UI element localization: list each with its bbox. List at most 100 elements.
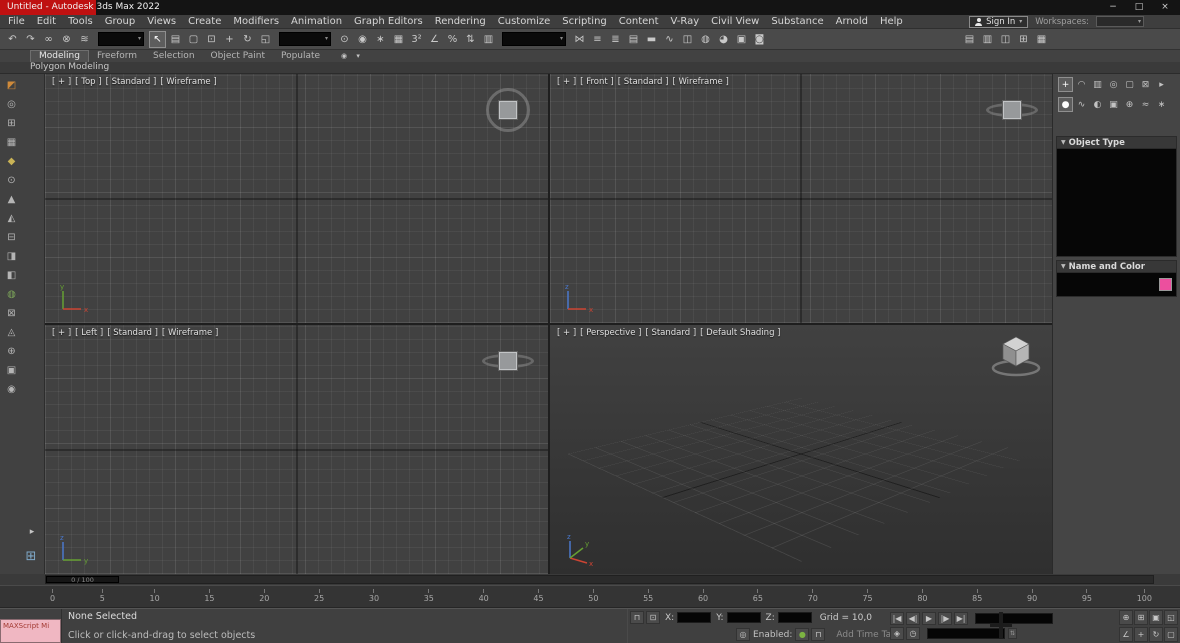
selection-lock-toggle-icon[interactable]: ⊓	[630, 611, 644, 624]
left-tool-01-icon[interactable]: ◩	[3, 78, 20, 94]
cameras-category-icon[interactable]: ▣	[1106, 97, 1121, 112]
panel-options-arrow-icon[interactable]: ▸	[1154, 77, 1169, 92]
time-configuration-icon[interactable]: ◷	[906, 627, 920, 640]
viewcube[interactable]	[984, 82, 1040, 138]
docked-panel-icon[interactable]: ▦	[1033, 31, 1050, 48]
use-pivot-center-icon[interactable]: ⊙	[336, 31, 353, 48]
lights-category-icon[interactable]: ◐	[1090, 97, 1105, 112]
viewport-style-menu[interactable]: [ Standard ]	[107, 328, 158, 338]
viewport-shading-menu[interactable]: [ Wireframe ]	[160, 77, 216, 87]
current-frame-field[interactable]	[975, 613, 1053, 624]
angle-snap-icon[interactable]: ∠	[426, 31, 443, 48]
rendered-frame-window-icon[interactable]: ▣	[733, 31, 750, 48]
timeline-ruler[interactable]: 0 5 10 15 20 25 30 35 40 45 50 55 60 65 70 75 80 85 90 95 10…	[0, 585, 1180, 608]
create-tab-icon[interactable]: +	[1058, 77, 1073, 92]
orbit-icon[interactable]: ↻	[1149, 627, 1163, 642]
y-coordinate-field[interactable]	[726, 612, 761, 623]
tab-modeling[interactable]: Modeling	[30, 50, 89, 62]
docked-grid-icon[interactable]: ⊞	[1015, 31, 1032, 48]
mirror-icon[interactable]: ⋈	[571, 31, 588, 48]
viewport-style-menu[interactable]: [ Standard ]	[106, 77, 157, 87]
geometry-category-icon[interactable]: ●	[1058, 97, 1073, 112]
left-tool-02-icon[interactable]: ◎	[3, 97, 20, 113]
minimize-button[interactable]: −	[1100, 0, 1126, 15]
left-tool-08-icon[interactable]: ◭	[3, 211, 20, 227]
menu-rendering[interactable]: Rendering	[429, 15, 492, 29]
spinner-snap-icon[interactable]: ⇅	[462, 31, 479, 48]
left-tool-15-icon[interactable]: ⊕	[3, 344, 20, 360]
viewport-layout-expand-icon[interactable]: ▸	[26, 526, 38, 538]
ribbon-config-icon[interactable]: ◉	[338, 52, 350, 62]
transform-gizmo-toggle-icon[interactable]: ⊡	[646, 611, 660, 624]
window-crossing-toggle-icon[interactable]: ⊡	[203, 31, 220, 48]
menu-file[interactable]: File	[2, 15, 31, 29]
viewport-pov-menu[interactable]: [ Front ]	[580, 77, 614, 87]
menu-edit[interactable]: Edit	[31, 15, 62, 29]
modify-tab-icon[interactable]: ◠	[1074, 77, 1089, 92]
time-tag-lock-icon[interactable]: ⊓	[811, 628, 826, 641]
percent-snap-icon[interactable]: %	[444, 31, 461, 48]
close-button[interactable]: ×	[1152, 0, 1178, 15]
polygon-modeling-panel[interactable]: Polygon Modeling	[0, 62, 1180, 74]
field-of-view-icon[interactable]: ∠	[1119, 627, 1133, 642]
viewport-general-menu[interactable]: [ + ]	[52, 77, 71, 87]
tab-freeform[interactable]: Freeform	[89, 51, 145, 62]
hierarchy-tab-icon[interactable]: ▥	[1090, 77, 1105, 92]
sign-in-button[interactable]: Sign In	[969, 15, 1029, 28]
viewcube[interactable]	[480, 333, 536, 389]
viewport-style-menu[interactable]: [ Standard ]	[618, 77, 669, 87]
render-production-icon[interactable]: ◙	[751, 31, 768, 48]
key-mode-toggle-icon[interactable]: ◈	[890, 627, 904, 640]
viewport-top[interactable]: [ + ] [ Top ] [ Standard ] [ Wireframe ]…	[45, 74, 548, 323]
left-tool-06-icon[interactable]: ⊙	[3, 173, 20, 189]
viewport-left[interactable]: [ + ] [ Left ] [ Standard ] [ Wireframe …	[45, 325, 548, 574]
x-coordinate-field[interactable]	[677, 612, 712, 623]
object-type-rollout-header[interactable]: ▼ Object Type	[1056, 136, 1177, 149]
material-editor-icon[interactable]: ◍	[697, 31, 714, 48]
toggle-ribbon-icon[interactable]: ▬	[643, 31, 660, 48]
helpers-category-icon[interactable]: ⊕	[1122, 97, 1137, 112]
menu-group[interactable]: Group	[99, 15, 141, 29]
tab-selection[interactable]: Selection	[145, 51, 202, 62]
selection-filter-dropdown[interactable]	[98, 32, 144, 46]
zoom-all-icon[interactable]: ⊞	[1134, 610, 1148, 625]
tab-object-paint[interactable]: Object Paint	[203, 51, 273, 62]
menu-modifiers[interactable]: Modifiers	[227, 15, 285, 29]
viewport-general-menu[interactable]: [ + ]	[52, 328, 71, 338]
viewport-shading-menu[interactable]: [ Default Shading ]	[700, 328, 780, 338]
viewport-pov-menu[interactable]: [ Perspective ]	[580, 328, 641, 338]
viewcube[interactable]	[480, 82, 536, 138]
render-setup-icon[interactable]: ◕	[715, 31, 732, 48]
systems-category-icon[interactable]: ∗	[1154, 97, 1169, 112]
previous-frame-icon[interactable]: ◀|	[906, 612, 920, 625]
redo-icon[interactable]: ↷	[22, 31, 39, 48]
viewport-general-menu[interactable]: [ + ]	[557, 328, 576, 338]
viewport-pov-menu[interactable]: [ Left ]	[75, 328, 103, 338]
select-and-place-icon[interactable]: ◉	[354, 31, 371, 48]
viewport-front[interactable]: [ + ] [ Front ] [ Standard ] [ Wireframe…	[550, 74, 1052, 323]
menu-animation[interactable]: Animation	[285, 15, 348, 29]
curve-editor-icon[interactable]: ∿	[661, 31, 678, 48]
menu-scripting[interactable]: Scripting	[556, 15, 612, 29]
zoom-extents-icon[interactable]: ▣	[1149, 610, 1163, 625]
space-warps-category-icon[interactable]: ≈	[1138, 97, 1153, 112]
bind-to-space-warp-icon[interactable]: ≋	[76, 31, 93, 48]
snap-toggle-3d-icon[interactable]: 3²	[408, 31, 425, 48]
rectangular-selection-region-icon[interactable]: ▢	[185, 31, 202, 48]
menu-help[interactable]: Help	[874, 15, 909, 29]
maxscript-listener-log-icon[interactable]: ◎	[736, 628, 750, 641]
viewport-layout-tabs-icon[interactable]: ⊞	[22, 548, 40, 566]
maximize-button[interactable]: □	[1126, 0, 1152, 15]
align-icon[interactable]: ≡	[589, 31, 606, 48]
progressive-display-on-icon[interactable]: ●	[795, 628, 810, 641]
select-and-link-icon[interactable]: ∞	[40, 31, 57, 48]
select-and-manipulate-icon[interactable]: ∗	[372, 31, 389, 48]
menu-graph-editors[interactable]: Graph Editors	[348, 15, 429, 29]
edit-named-selection-sets-icon[interactable]: ▥	[480, 31, 497, 48]
go-to-end-icon[interactable]: ▶|	[954, 612, 968, 625]
docked-layer-explorer-icon[interactable]: ▥	[979, 31, 996, 48]
reference-coordinate-system-dropdown[interactable]	[279, 32, 331, 46]
time-slider-handle[interactable]: 0 / 100	[46, 576, 119, 584]
toggle-scene-explorer-icon[interactable]: ≣	[607, 31, 624, 48]
menu-tools[interactable]: Tools	[62, 15, 99, 29]
